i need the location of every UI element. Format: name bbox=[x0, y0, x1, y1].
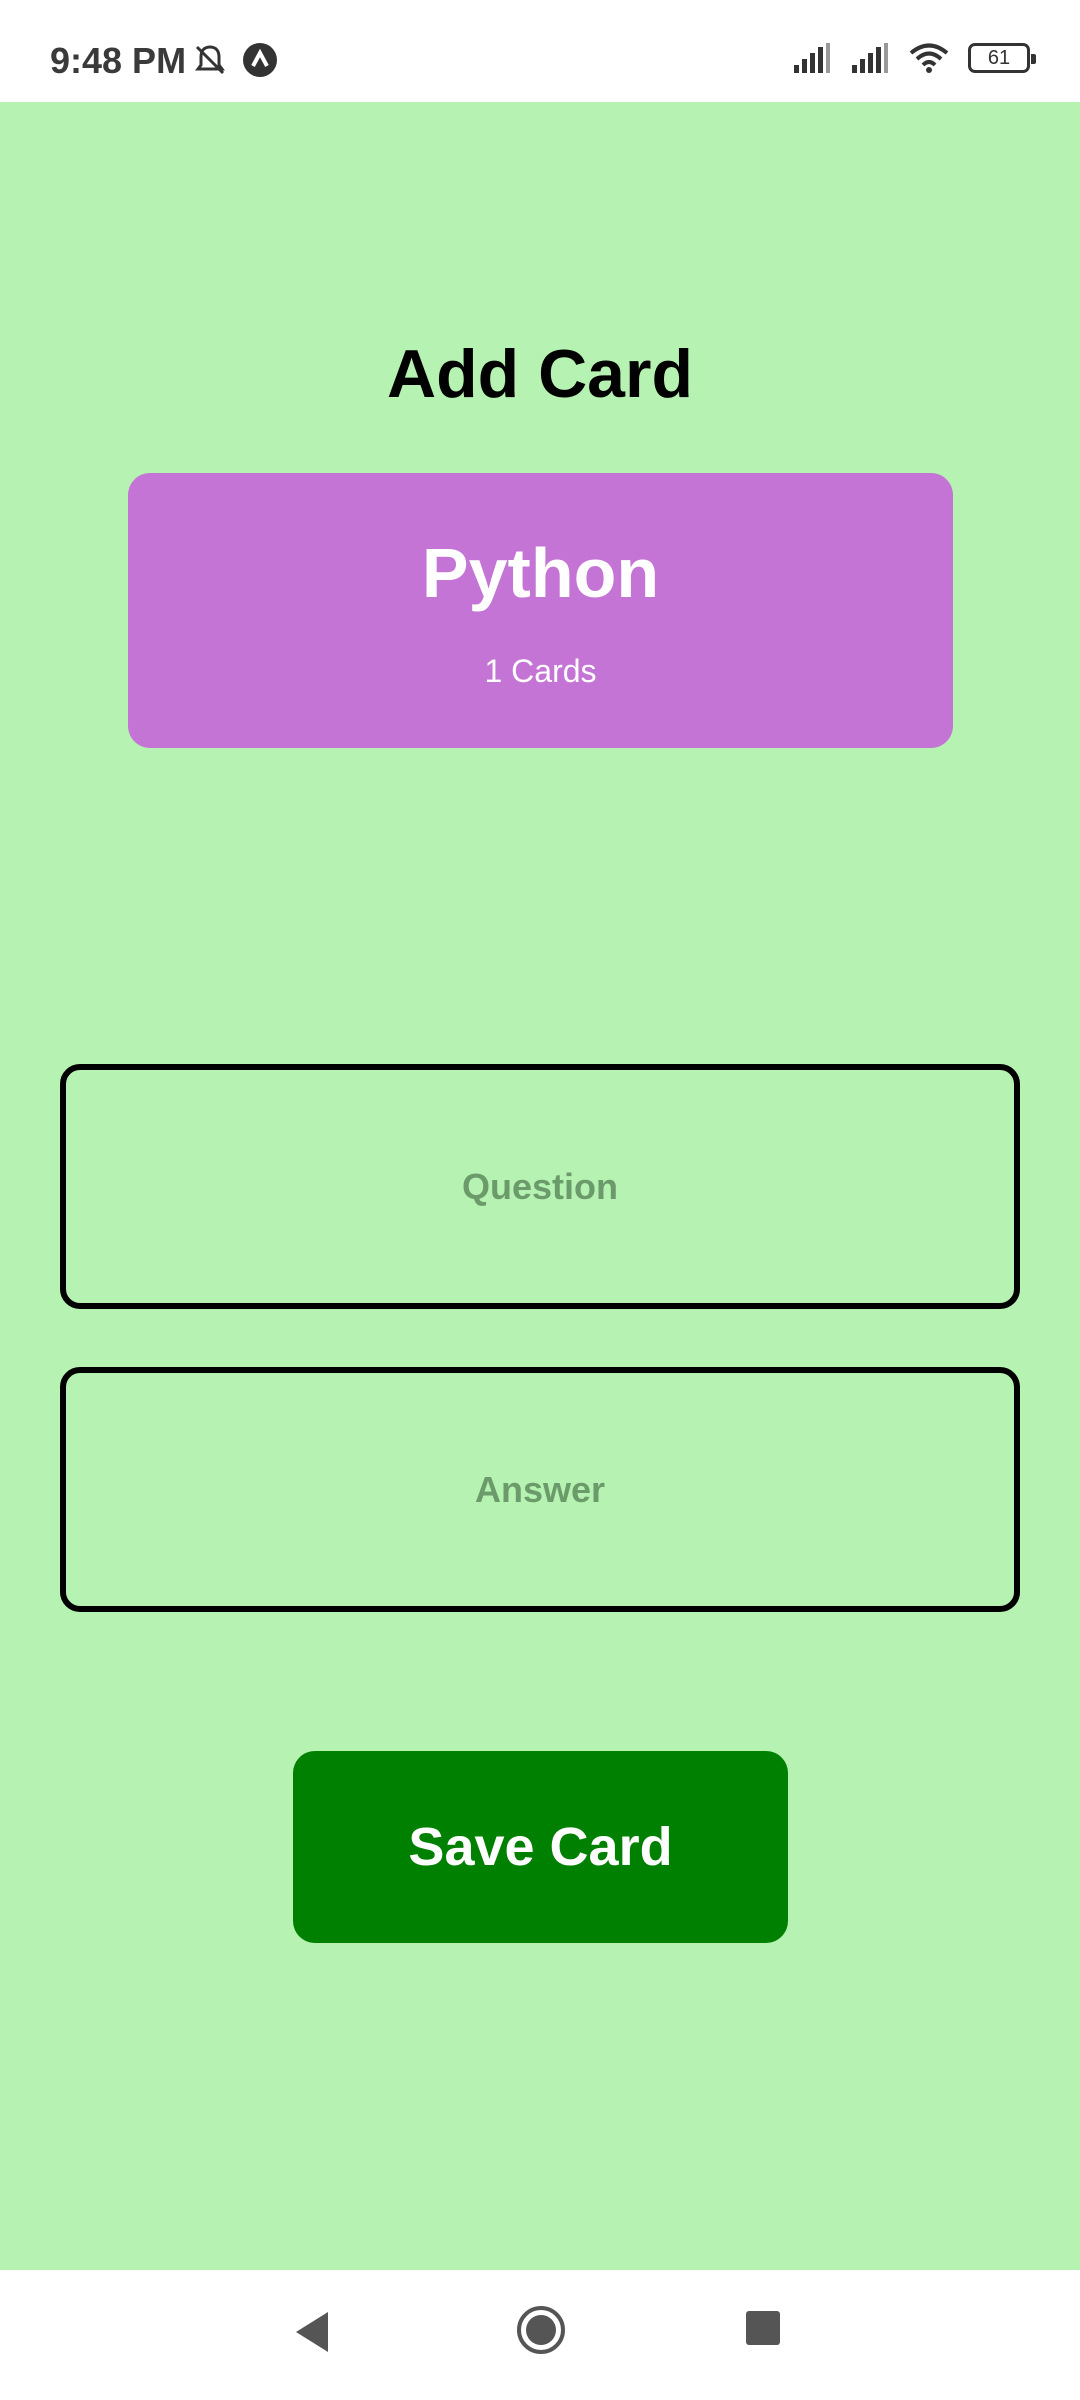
wifi-icon bbox=[908, 42, 950, 74]
page-title: Add Card bbox=[387, 336, 693, 412]
navigation-bar bbox=[0, 2270, 1080, 2400]
home-icon[interactable] bbox=[515, 2304, 567, 2361]
status-bar: 9:48 PM 61 bbox=[0, 0, 1080, 102]
status-icons-left bbox=[192, 42, 278, 78]
signal-icon bbox=[792, 43, 832, 73]
recents-icon[interactable] bbox=[745, 2310, 781, 2351]
deck-name: Python bbox=[421, 534, 660, 612]
answer-input[interactable] bbox=[60, 1367, 1020, 1612]
app-notification-icon bbox=[242, 42, 278, 78]
save-card-label: Save Card bbox=[408, 1817, 673, 1877]
battery-level: 61 bbox=[987, 46, 1011, 69]
deck-card-count: 1 Cards bbox=[484, 653, 597, 689]
deck-card: Python 1 Cards bbox=[128, 473, 953, 748]
signal-icon bbox=[850, 43, 890, 73]
question-input[interactable] bbox=[60, 1064, 1020, 1309]
battery-icon: 61 bbox=[968, 43, 1036, 73]
status-icons-right: 61 bbox=[792, 42, 1036, 74]
save-card-button[interactable]: Save Card bbox=[293, 1751, 788, 1943]
mute-notifications-icon bbox=[192, 42, 228, 78]
status-time: 9:48 PM bbox=[50, 40, 187, 81]
back-icon[interactable] bbox=[290, 2308, 334, 2361]
